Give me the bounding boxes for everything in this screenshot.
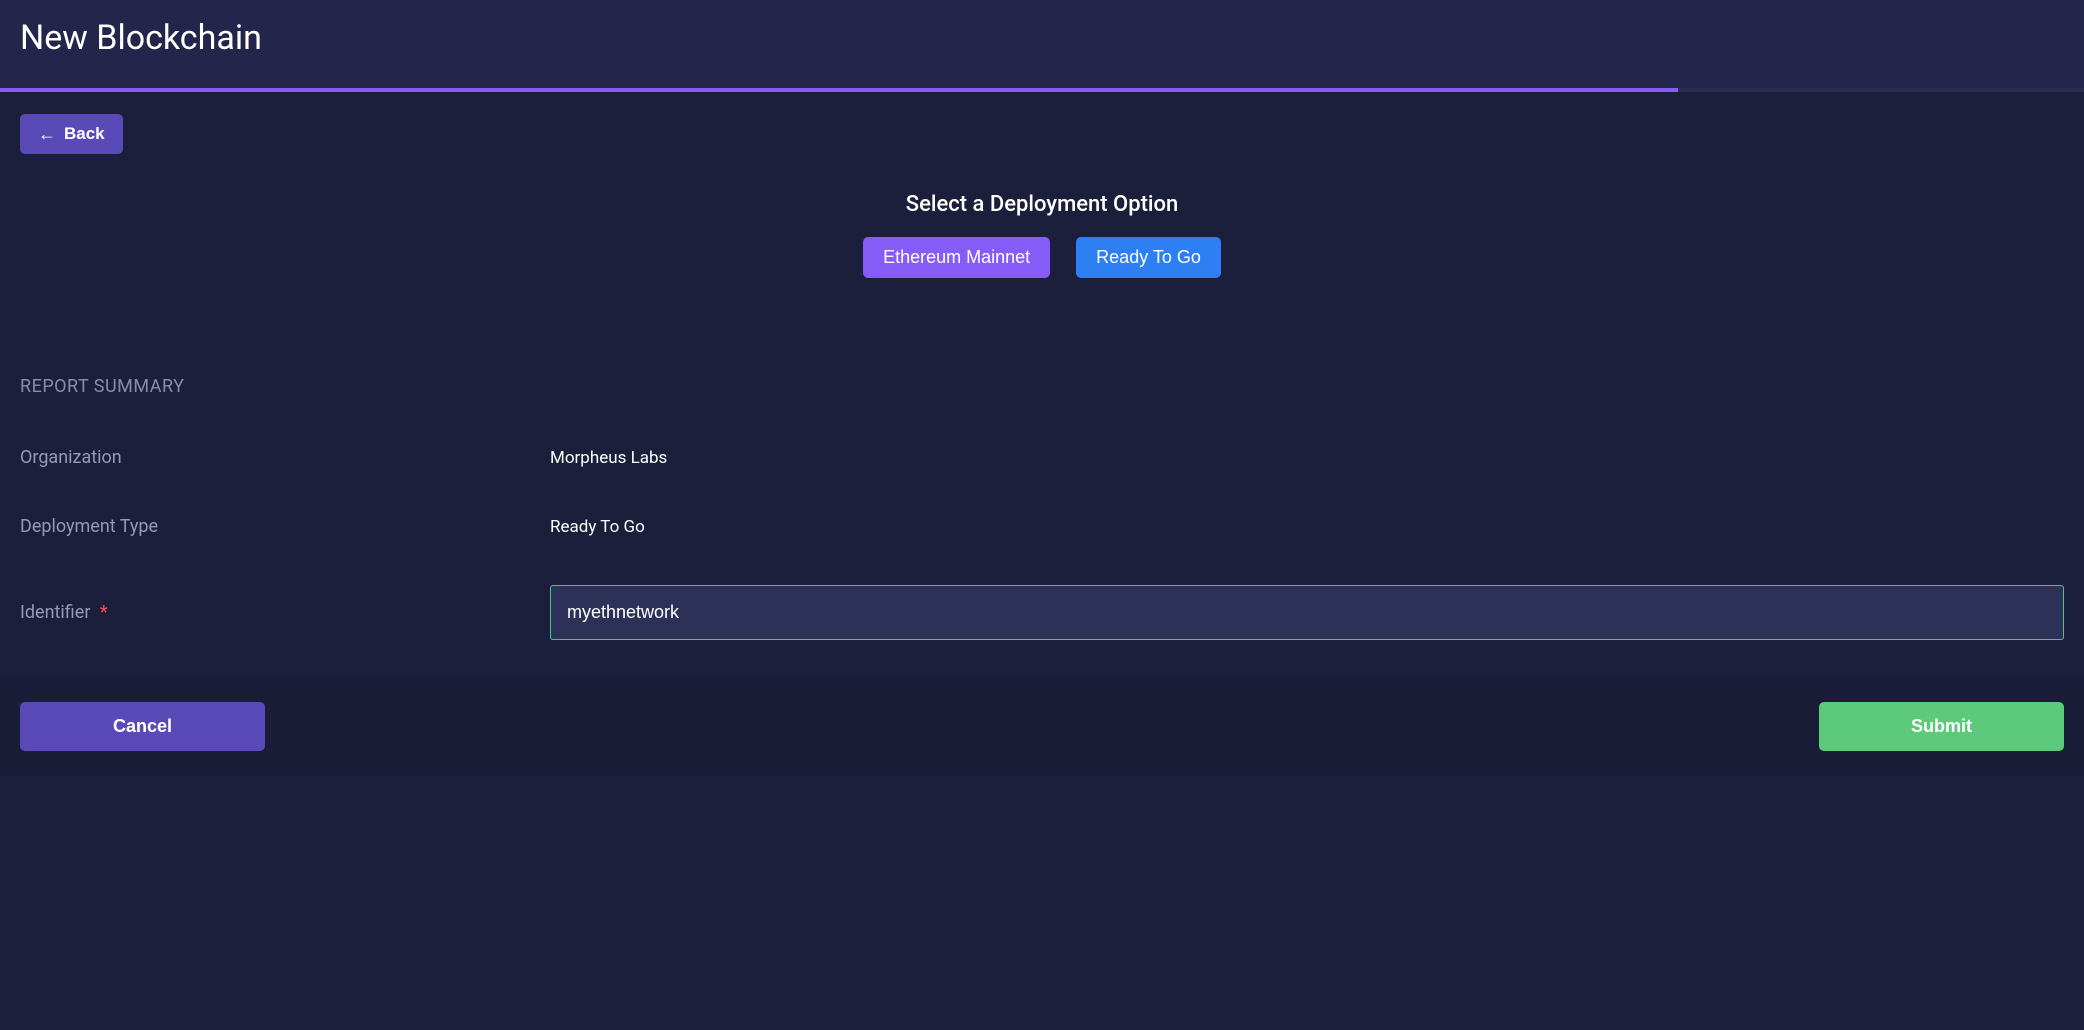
deployment-type-value: Ready To Go xyxy=(550,517,645,537)
deployment-title: Select a Deployment Option xyxy=(20,192,2064,217)
cancel-button[interactable]: Cancel xyxy=(20,702,265,751)
report-summary-title: REPORT SUMMARY xyxy=(20,376,2064,397)
required-indicator: * xyxy=(100,602,108,623)
back-button[interactable]: ← Back xyxy=(20,114,123,154)
deployment-options: Ethereum Mainnet Ready To Go xyxy=(20,237,2064,278)
identifier-input[interactable] xyxy=(550,585,2064,640)
report-summary-section: REPORT SUMMARY Organization Morpheus Lab… xyxy=(20,376,2064,640)
identifier-label: Identifier * xyxy=(20,602,550,623)
back-button-label: Back xyxy=(64,124,105,144)
page-header: New Blockchain xyxy=(0,0,2084,88)
page-title: New Blockchain xyxy=(20,18,2064,58)
ethereum-mainnet-button[interactable]: Ethereum Mainnet xyxy=(863,237,1050,278)
deployment-type-row: Deployment Type Ready To Go xyxy=(20,516,2064,537)
arrow-left-icon: ← xyxy=(38,125,56,143)
organization-value: Morpheus Labs xyxy=(550,448,667,468)
main-content: ← Back Select a Deployment Option Ethere… xyxy=(0,92,2084,640)
identifier-row: Identifier * xyxy=(20,585,2064,640)
footer-actions: Cancel Submit xyxy=(0,678,2084,775)
identifier-label-text: Identifier xyxy=(20,602,90,623)
deployment-type-label: Deployment Type xyxy=(20,516,550,537)
deployment-section: Select a Deployment Option Ethereum Main… xyxy=(20,192,2064,278)
organization-row: Organization Morpheus Labs xyxy=(20,447,2064,468)
organization-label: Organization xyxy=(20,447,550,468)
submit-button[interactable]: Submit xyxy=(1819,702,2064,751)
ready-to-go-button[interactable]: Ready To Go xyxy=(1076,237,1221,278)
